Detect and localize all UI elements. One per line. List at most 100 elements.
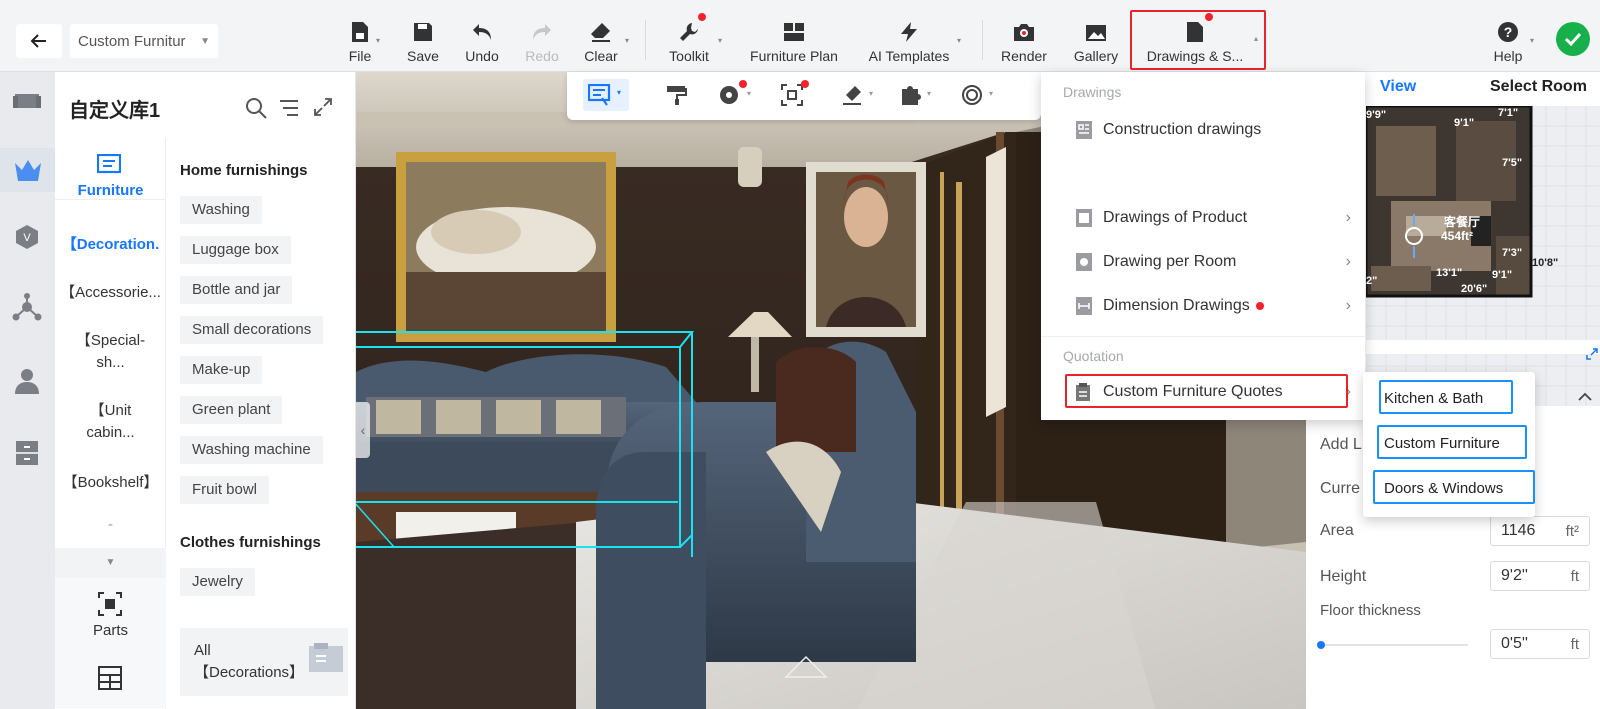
floor-thickness-value: 0'5'' [1501,635,1528,652]
nav-sofa-icon[interactable] [8,80,46,118]
nav-badge-icon[interactable]: V [8,218,46,256]
minimap-label: 9'1" [1492,269,1512,281]
parts-icon[interactable] [98,592,122,616]
undo-label: Undo [465,48,499,64]
chevron-up-icon[interactable] [1578,392,1592,402]
file-caret-icon[interactable]: ▾ [376,36,380,45]
expand-arrow-icon[interactable] [1586,348,1598,360]
wrench-icon [677,20,701,44]
category-item[interactable]: 【Unit cabin... [55,400,166,444]
subcategory-chip[interactable]: Green plant [180,396,283,424]
undo-button[interactable]: Undo [462,14,502,64]
minimap-label: 20'6" [1461,283,1487,295]
toolkit-button[interactable]: Toolkit [666,14,712,64]
area-unit: ft² [1565,522,1579,540]
room-drawing-icon [1075,252,1093,272]
blueprint-icon [1075,120,1093,140]
subcategory-chip[interactable]: Fruit bowl [180,476,270,504]
subcategory-chip[interactable]: Make-up [180,356,263,384]
drawings-section-header: Drawings [1063,84,1122,100]
layout-grid-icon[interactable] [98,666,122,690]
select-tool-button[interactable]: ▾ [583,79,629,111]
category-item[interactable]: - [55,514,166,536]
toolkit-caret-icon[interactable]: ▾ [718,36,722,45]
clear-caret-icon[interactable]: ▾ [625,36,629,45]
redo-button[interactable]: Redo [523,14,561,64]
brush-icon[interactable] [839,82,865,108]
material-caret-icon[interactable]: ▾ [747,89,751,98]
save-button[interactable]: Save [405,14,441,64]
tab-view[interactable]: View [1380,78,1416,96]
view-sub-toolbar: ▾ ▾ ▾ ▾ ▾ [567,72,1041,120]
floor-thickness-slider[interactable] [1317,641,1468,649]
frame-notification-dot [801,80,809,88]
subcategory-chip[interactable]: Luggage box [180,236,291,264]
subcategory-chip[interactable]: Washing machine [180,436,323,464]
material-notification-dot [739,80,747,88]
render-button[interactable]: Render [1000,14,1048,64]
menu-item-construction-drawings[interactable]: Construction drawings [1075,112,1351,148]
search-icon[interactable] [244,96,268,120]
all-decorations-card[interactable]: All 【Decorations】 [180,628,348,696]
menu-item-dimension-drawings[interactable]: Dimension Drawings › [1075,288,1351,324]
minimap-label: 9'9" [1366,109,1386,121]
help-button[interactable]: ? Help [1490,14,1526,64]
brush-caret-icon[interactable]: ▾ [869,89,873,98]
clear-button[interactable]: Clear [583,14,619,64]
subcategory-chip[interactable]: Small decorations [180,316,324,344]
clothes-furnishings-heading: Clothes furnishings [180,534,321,551]
nav-molecule-icon[interactable] [8,288,46,326]
subcategory-chip[interactable]: Bottle and jar [180,276,293,304]
expand-icon[interactable] [314,98,332,116]
ai-templates-caret-icon[interactable]: ▾ [957,36,961,45]
nav-crown-icon[interactable] [0,148,55,192]
category-item[interactable]: 【Bookshelf】 [55,472,166,494]
category-item[interactable]: 【Decoration. [55,234,166,256]
category-item[interactable]: 【Accessorie... [55,282,166,304]
filter-list-icon[interactable] [279,98,299,118]
image-icon [1084,20,1108,44]
furniture-plan-button[interactable]: Furniture Plan [748,14,840,64]
chevron-right-icon: › [1345,209,1351,226]
tab-select-room[interactable]: Select Room [1490,78,1587,96]
ai-templates-label: AI Templates [868,48,950,64]
area-field[interactable]: 1146 ft² [1490,516,1590,546]
doors-windows-highlight-box [1373,470,1535,504]
puzzle-caret-icon[interactable]: ▾ [927,89,931,98]
puzzle-icon[interactable] [897,82,923,108]
kitchen-bath-highlight-box [1379,380,1513,414]
category-item[interactable]: 【Special-sh... [55,330,166,374]
subcategory-chip[interactable]: Jewelry [180,568,255,596]
slider-handle[interactable] [1317,641,1325,649]
gallery-button[interactable]: Gallery [1071,14,1121,64]
confirm-button[interactable] [1556,22,1590,56]
floorplan-icon [782,20,806,44]
floorplan-minimap[interactable]: 9'9" 9'1" 7'1" 7'5" 客餐厅 454ft² 13'1" 7'3… [1366,106,1600,406]
project-select[interactable]: Custom Furnitur ▼ [70,24,218,58]
menu-item-label: Drawings of Product [1103,209,1248,226]
scroll-down-icon[interactable]: ▼ [55,548,166,578]
help-caret-icon[interactable]: ▾ [1530,36,1534,45]
floor-thickness-field[interactable]: 0'5'' ft [1490,629,1590,659]
check-icon [1564,32,1582,46]
left-icon-nav: V [0,72,55,709]
collapse-panel-handle[interactable]: ‹ [356,402,370,458]
menu-item-drawings-of-product[interactable]: Drawings of Product › [1075,200,1351,236]
paint-roller-icon[interactable] [663,82,689,108]
furniture-tab[interactable]: Furniture [55,138,166,200]
target-caret-icon[interactable]: ▾ [989,89,993,98]
catalog-icon [309,643,343,672]
file-button[interactable]: File [344,14,376,64]
nav-cabinet-icon[interactable] [8,434,46,472]
minimap-room-name: 客餐厅 [1443,214,1480,229]
ai-templates-button[interactable]: AI Templates [866,14,952,64]
target-icon[interactable] [959,82,985,108]
chevron-right-icon: › [1345,253,1351,270]
area-label: Area [1320,522,1354,539]
nav-user-icon[interactable] [8,362,46,400]
quotation-section-header: Quotation [1063,348,1124,364]
subcategory-chip[interactable]: Washing [180,196,262,224]
height-field[interactable]: 9'2'' ft [1490,561,1590,591]
menu-item-drawing-per-room[interactable]: Drawing per Room › [1075,244,1351,280]
back-button[interactable] [16,24,62,58]
